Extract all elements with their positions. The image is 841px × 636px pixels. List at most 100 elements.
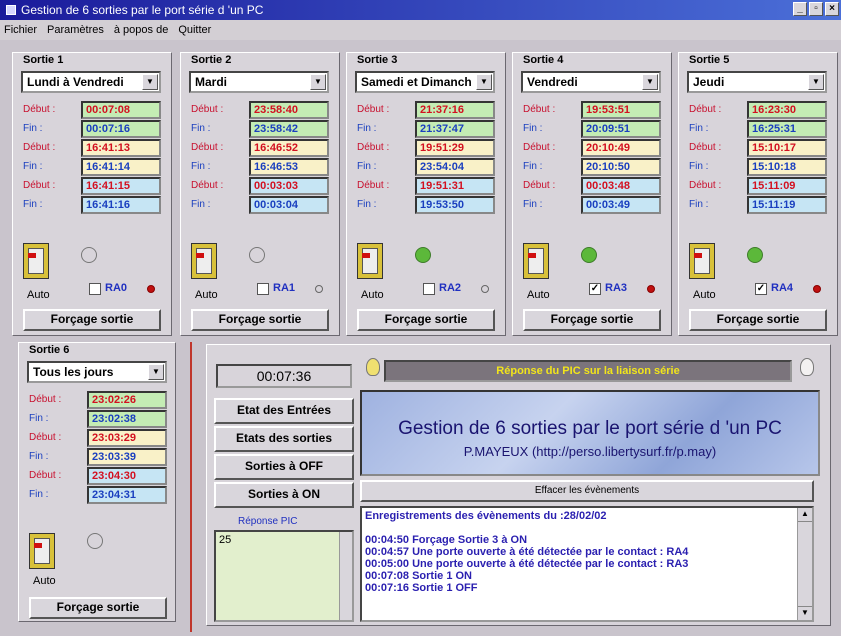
time-field[interactable]: 23:58:42 xyxy=(249,120,329,138)
time-field[interactable]: 19:53:50 xyxy=(415,196,495,214)
sortie-1-ra-label: RA0 xyxy=(105,282,128,294)
event-log: Enregistrements des évènements du :28/02… xyxy=(360,506,814,622)
sorties-on-button[interactable]: Sorties à ON xyxy=(214,482,354,508)
menu-quitter[interactable]: Quitter xyxy=(178,24,211,36)
sortie-1-day-value: Lundi à Vendredi xyxy=(27,75,124,89)
sortie-3-force-button[interactable]: Forçage sortie xyxy=(357,309,495,331)
sortie-3-day-value: Samedi et Dimanch xyxy=(361,75,472,89)
sortie-4-time-row: Fin : 20:10:50 xyxy=(521,158,661,176)
chevron-down-icon[interactable]: ▼ xyxy=(142,74,158,90)
time-field[interactable]: 15:11:09 xyxy=(747,177,827,195)
auto-label: Auto xyxy=(527,289,550,301)
log-line: 00:05:00 Une porte ouverte à été détecté… xyxy=(365,558,689,570)
time-field[interactable]: 16:41:16 xyxy=(81,196,161,214)
sortie-1-day-select[interactable]: Lundi à Vendredi ▼ xyxy=(21,71,161,93)
minimize-button[interactable]: _ xyxy=(793,2,807,16)
time-field[interactable]: 00:07:08 xyxy=(81,101,161,119)
chevron-down-icon[interactable]: ▼ xyxy=(642,74,658,90)
time-field[interactable]: 23:58:40 xyxy=(249,101,329,119)
time-field[interactable]: 00:03:48 xyxy=(581,177,661,195)
time-field[interactable]: 23:04:31 xyxy=(87,486,167,504)
sortie-5-checkbox[interactable]: ✓ xyxy=(755,283,767,295)
time-field[interactable]: 16:25:31 xyxy=(747,120,827,138)
time-field[interactable]: 19:51:31 xyxy=(415,177,495,195)
title-bar: Gestion de 6 sorties par le port série d… xyxy=(0,0,841,20)
sortie-5-force-button[interactable]: Forçage sortie xyxy=(689,309,827,331)
sortie-6-day-select[interactable]: Tous les jours ▼ xyxy=(27,361,167,383)
time-field[interactable]: 16:41:15 xyxy=(81,177,161,195)
time-field[interactable]: 23:03:29 xyxy=(87,429,167,447)
sortie-4-checkbox[interactable]: ✓ xyxy=(589,283,601,295)
time-field[interactable]: 23:03:39 xyxy=(87,448,167,466)
time-label: Début : xyxy=(357,180,390,191)
time-field[interactable]: 00:03:49 xyxy=(581,196,661,214)
etat-sorties-button[interactable]: Etats des sorties xyxy=(214,426,354,452)
sortie-5-day-select[interactable]: Jeudi ▼ xyxy=(687,71,827,93)
time-field[interactable]: 00:03:03 xyxy=(249,177,329,195)
sortie-6-force-button[interactable]: Forçage sortie xyxy=(29,597,167,619)
maximize-button[interactable]: ▫ xyxy=(809,2,823,16)
time-field[interactable]: 16:41:14 xyxy=(81,158,161,176)
time-field[interactable]: 00:07:16 xyxy=(81,120,161,138)
log-scrollbar[interactable]: ▲ ▼ xyxy=(797,508,812,620)
auto-switch-icon[interactable] xyxy=(29,533,55,569)
time-field[interactable]: 23:02:38 xyxy=(87,410,167,428)
sortie-4-day-select[interactable]: Vendredi ▼ xyxy=(521,71,661,93)
sortie-1-checkbox[interactable] xyxy=(89,283,101,295)
time-field[interactable]: 23:54:04 xyxy=(415,158,495,176)
chevron-down-icon[interactable]: ▼ xyxy=(148,364,164,380)
chevron-down-icon[interactable]: ▼ xyxy=(310,74,326,90)
time-field[interactable]: 23:04:30 xyxy=(87,467,167,485)
time-field[interactable]: 19:51:29 xyxy=(415,139,495,157)
sortie-1-force-button[interactable]: Forçage sortie xyxy=(23,309,161,331)
time-field[interactable]: 16:23:30 xyxy=(747,101,827,119)
time-field[interactable]: 16:41:13 xyxy=(81,139,161,157)
time-field[interactable]: 21:37:16 xyxy=(415,101,495,119)
etat-entrees-button[interactable]: Etat des Entrées xyxy=(214,398,354,424)
time-label: Début : xyxy=(191,104,224,115)
sortie-2-checkbox[interactable] xyxy=(257,283,269,295)
time-label: Début : xyxy=(689,180,722,191)
close-button[interactable]: × xyxy=(825,2,839,16)
time-field[interactable]: 20:10:49 xyxy=(581,139,661,157)
pic-scrollbar[interactable] xyxy=(339,532,352,620)
auto-switch-icon[interactable] xyxy=(523,243,549,279)
time-field[interactable]: 16:46:53 xyxy=(249,158,329,176)
auto-switch-icon[interactable] xyxy=(357,243,383,279)
sortie-3-checkbox[interactable] xyxy=(423,283,435,295)
time-field[interactable]: 16:46:52 xyxy=(249,139,329,157)
sorties-off-button[interactable]: Sorties à OFF xyxy=(214,454,354,480)
sortie-3-day-select[interactable]: Samedi et Dimanch ▼ xyxy=(355,71,495,93)
time-field[interactable]: 15:11:19 xyxy=(747,196,827,214)
sortie-4-title: Sortie 4 xyxy=(523,54,564,66)
menu-fichier[interactable]: Fichier xyxy=(4,24,37,36)
effacer-evenements-button[interactable]: Effacer les évènements xyxy=(360,480,814,502)
sortie-1-time-row: Début : 00:07:08 xyxy=(21,101,161,119)
menu-parametres[interactable]: Paramètres xyxy=(47,24,104,36)
sortie-2-day-select[interactable]: Mardi ▼ xyxy=(189,71,329,93)
scroll-down-icon[interactable]: ▼ xyxy=(798,606,812,620)
time-field[interactable]: 20:09:51 xyxy=(581,120,661,138)
chevron-down-icon[interactable]: ▼ xyxy=(476,74,492,90)
sortie-5-lamp-indicator xyxy=(747,247,763,263)
sortie-5-time-row: Fin : 15:11:19 xyxy=(687,196,827,214)
time-field[interactable]: 20:10:50 xyxy=(581,158,661,176)
sortie-2-time-row: Fin : 00:03:04 xyxy=(189,196,329,214)
sortie-4-force-button[interactable]: Forçage sortie xyxy=(523,309,661,331)
time-field[interactable]: 00:03:04 xyxy=(249,196,329,214)
auto-switch-icon[interactable] xyxy=(689,243,715,279)
sortie-1-panel: Sortie 1 Lundi à Vendredi ▼ Début : 00:07… xyxy=(12,52,172,336)
auto-switch-icon[interactable] xyxy=(23,243,49,279)
auto-switch-icon[interactable] xyxy=(191,243,217,279)
scroll-up-icon[interactable]: ▲ xyxy=(798,508,812,522)
time-field[interactable]: 19:53:51 xyxy=(581,101,661,119)
chevron-down-icon[interactable]: ▼ xyxy=(808,74,824,90)
sortie-2-panel: Sortie 2 Mardi ▼ Début : 23:58:40 Fin : 2… xyxy=(180,52,340,336)
time-field[interactable]: 23:02:26 xyxy=(87,391,167,409)
menu-apropos[interactable]: à popos de xyxy=(114,24,168,36)
sortie-3-title: Sortie 3 xyxy=(357,54,398,66)
sortie-2-force-button[interactable]: Forçage sortie xyxy=(191,309,329,331)
time-field[interactable]: 15:10:17 xyxy=(747,139,827,157)
time-field[interactable]: 15:10:18 xyxy=(747,158,827,176)
time-field[interactable]: 21:37:47 xyxy=(415,120,495,138)
